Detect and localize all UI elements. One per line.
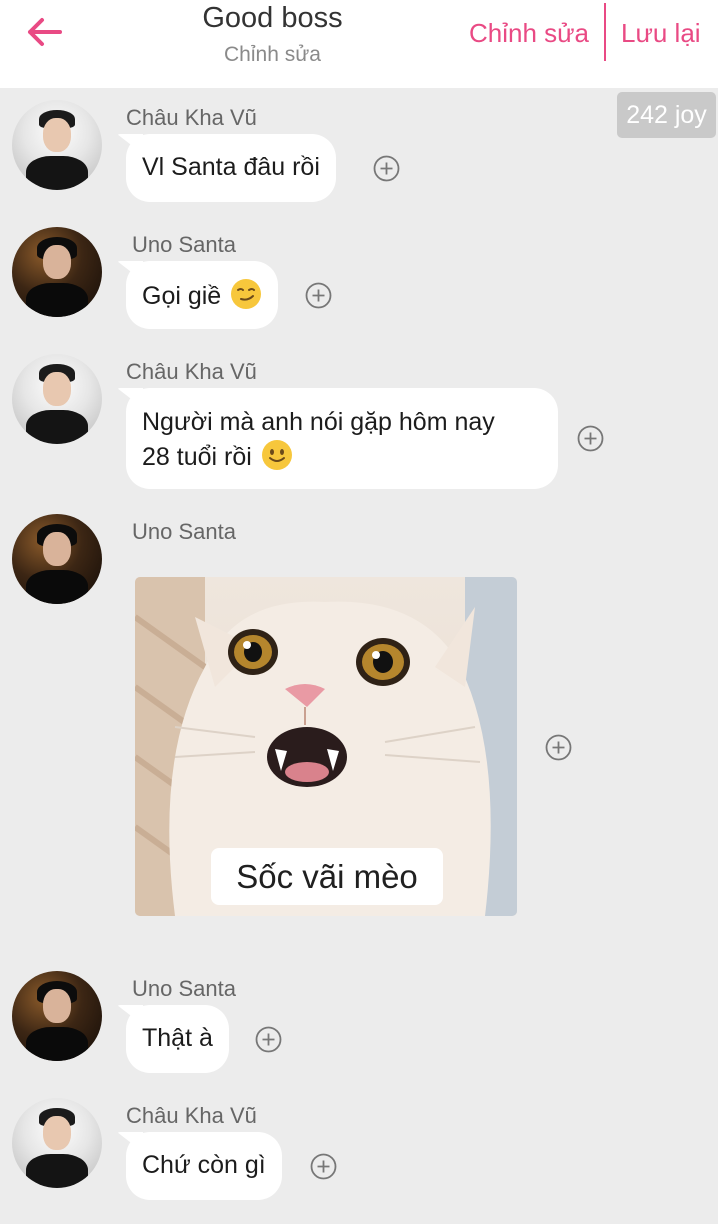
message-bubble[interactable]: Gọi giề [126, 261, 279, 329]
avatar[interactable] [12, 354, 102, 444]
sender-name: Châu Kha Vũ [126, 105, 257, 130]
sender-name: Uno Santa [132, 519, 236, 544]
avatar[interactable] [12, 971, 102, 1061]
sender-name: Châu Kha Vũ [126, 359, 257, 384]
message-bubble[interactable]: Chứ còn gì [126, 1132, 282, 1200]
message-text-line-2: 28 tuổi rồi [142, 439, 542, 474]
add-circle-icon[interactable] [373, 155, 400, 182]
sender-name: Châu Kha Vũ [126, 1103, 257, 1128]
message-bubble[interactable]: Thật à [126, 1005, 229, 1073]
add-circle-icon[interactable] [255, 1026, 282, 1053]
message-bubble[interactable]: Vl Santa đâu rồi [126, 134, 336, 202]
add-circle-icon[interactable] [310, 1153, 337, 1180]
image-caption: Sốc vãi mèo [211, 848, 443, 905]
top-bar: Good boss Chỉnh sửa Chỉnh sửa Lưu lại [0, 0, 718, 88]
message-bubble[interactable]: Người mà anh nói gặp hôm nay 28 tuổi rồi [126, 388, 558, 489]
avatar[interactable] [12, 1098, 102, 1188]
avatar[interactable] [12, 100, 102, 190]
add-circle-icon[interactable] [305, 282, 332, 309]
header-divider [604, 3, 606, 61]
smile-emoji-icon [261, 440, 292, 470]
message-text-line: Người mà anh nói gặp hôm nay [142, 408, 495, 436]
joy-badge: 242 joy [617, 92, 716, 138]
page-title: Good boss [202, 2, 343, 34]
save-button[interactable]: Lưu lại [621, 16, 701, 50]
title-block: Good boss Chỉnh sửa [150, 0, 395, 70]
avatar[interactable] [12, 227, 102, 317]
edit-button[interactable]: Chỉnh sửa [469, 16, 589, 50]
add-circle-icon[interactable] [545, 734, 572, 761]
back-arrow-icon[interactable] [18, 10, 68, 54]
page-subtitle: Chỉnh sửa [224, 43, 321, 66]
avatar[interactable] [12, 514, 102, 604]
sender-name: Uno Santa [132, 232, 236, 257]
add-circle-icon[interactable] [577, 425, 604, 452]
sender-name: Uno Santa [132, 976, 236, 1001]
smirk-emoji-icon [231, 279, 262, 309]
message-text: Gọi giề [142, 282, 222, 310]
